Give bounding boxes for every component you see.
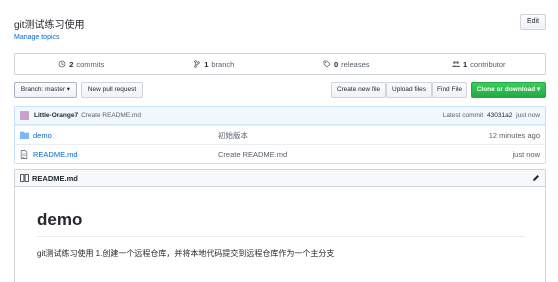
releases-link[interactable]: 0 releases	[280, 54, 413, 74]
readme-body: git测试练习使用 1.创建一个远程仓库，并将本地代码提交到远程仓库作为一个主分…	[37, 249, 335, 258]
latest-commit-prefix: Latest commit	[442, 112, 484, 119]
readme-header: README.md	[15, 170, 545, 187]
commits-link[interactable]: 2 commits	[15, 54, 148, 74]
upload-files-button[interactable]: Upload files	[386, 82, 432, 98]
latest-commit-bar: Little-Orange7 Create README.md Latest c…	[15, 107, 545, 125]
releases-label: releases	[341, 59, 370, 69]
readme-panel: README.md demo git测试练习使用 1.创建一个远程仓库，并将本地…	[14, 169, 546, 282]
edit-button[interactable]: Edit	[520, 14, 546, 30]
people-icon	[451, 61, 460, 67]
latest-commit-info: Latest commit 43031a2 just now	[443, 112, 540, 119]
commits-count: 2	[69, 59, 74, 69]
repo-description: git测试练习使用	[14, 20, 85, 31]
file-name[interactable]: README.md	[33, 150, 218, 159]
file-name[interactable]: demo	[33, 131, 218, 140]
file-age: 12 minutes ago	[488, 130, 540, 140]
manage-topics-link[interactable]: Manage topics	[14, 34, 60, 41]
branch-count: 1	[204, 59, 209, 69]
contributor-label: contributor	[470, 59, 506, 69]
commit-author[interactable]: Little-Orange7	[34, 112, 78, 119]
releases-count: 0	[333, 59, 339, 69]
file-icon	[20, 149, 29, 159]
branch-icon	[194, 60, 200, 68]
commit-message[interactable]: Create README.md	[81, 112, 141, 119]
file-age: just now	[512, 149, 540, 159]
branch-label: branch	[211, 59, 235, 69]
table-row: demo 初始版本 12 minutes ago	[15, 125, 545, 144]
branch-select-button[interactable]: Branch: master ▾	[14, 82, 77, 98]
folder-icon	[20, 131, 29, 139]
clone-or-download-button[interactable]: Clone or download ▾	[471, 82, 546, 98]
contributor-count: 1	[462, 59, 468, 69]
commit-sha[interactable]: 43031a2	[487, 112, 512, 119]
contributors-link[interactable]: 1 contributor	[413, 54, 546, 74]
create-new-file-button[interactable]: Create new file	[331, 82, 386, 98]
readme-heading: demo	[37, 210, 525, 237]
file-commit-message[interactable]: 初始版本	[218, 130, 489, 141]
find-file-button[interactable]: Find File	[432, 82, 467, 98]
commits-label: commits	[76, 59, 105, 69]
book-icon	[20, 174, 29, 182]
readme-title: README.md	[32, 173, 78, 183]
history-icon	[58, 60, 66, 68]
avatar[interactable]	[20, 111, 29, 120]
commit-age: just now	[516, 112, 540, 119]
branches-link[interactable]: 1 branch	[148, 54, 281, 74]
repo-numbers-summary: 2 commits 1 branch 0 releases 1 contribu…	[14, 53, 546, 75]
table-row: README.md Create README.md just now	[15, 144, 545, 163]
new-pull-request-button[interactable]: New pull request	[81, 82, 143, 98]
tag-icon	[323, 60, 331, 68]
pencil-icon[interactable]	[532, 174, 540, 182]
file-commit-message[interactable]: Create README.md	[218, 150, 512, 159]
file-list: Little-Orange7 Create README.md Latest c…	[14, 106, 546, 164]
